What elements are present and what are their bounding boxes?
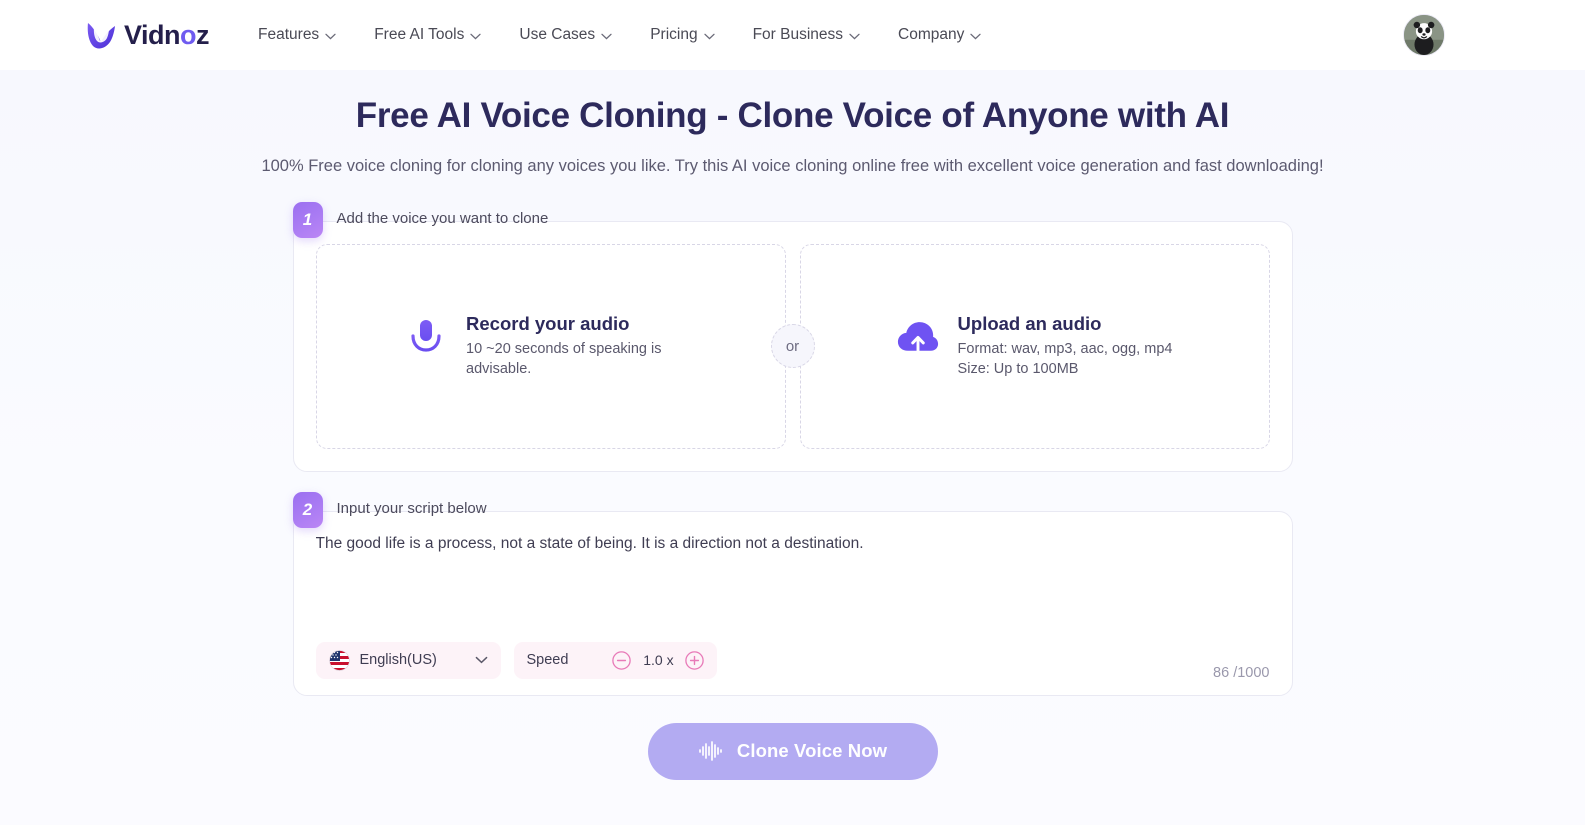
nav-item-company[interactable]: Company bbox=[879, 26, 1000, 44]
page-subtitle: 100% Free voice cloning for cloning any … bbox=[261, 157, 1324, 175]
script-panel: English(US) Speed 1.0 x bbox=[292, 510, 1293, 696]
cta-section: Clone Voice Now bbox=[0, 722, 1585, 780]
nav-label: Free AI Tools bbox=[374, 26, 465, 43]
step-1-badge: 1 bbox=[292, 201, 323, 238]
chevron-down-icon bbox=[703, 33, 715, 39]
page-title: Free AI Voice Cloning - Clone Voice of A… bbox=[355, 96, 1230, 135]
user-avatar-panda bbox=[1404, 15, 1444, 55]
site-header: Vidnoz Features Free AI Tools Use Cases … bbox=[0, 0, 1585, 70]
step-2-badge: 2 bbox=[292, 491, 323, 528]
nav-item-for-business[interactable]: For Business bbox=[734, 26, 879, 44]
or-divider-badge: or bbox=[770, 324, 815, 369]
chevron-down-icon bbox=[970, 33, 982, 39]
language-select[interactable]: English(US) bbox=[315, 641, 501, 679]
upload-audio-size: Size: Up to 100MB bbox=[957, 361, 1079, 378]
chevron-down-icon bbox=[601, 33, 612, 39]
upload-audio-title: Upload an audio bbox=[957, 312, 1102, 334]
minus-circle-icon[interactable] bbox=[612, 650, 632, 670]
step-1-label: Add the voice you want to clone bbox=[336, 210, 549, 228]
record-audio-desc: 10 ~20 seconds of speaking is advisable. bbox=[466, 340, 662, 378]
nav-item-use-cases[interactable]: Use Cases bbox=[500, 26, 631, 44]
nav-label: Pricing bbox=[650, 26, 698, 43]
logo-wordmark: Vidnoz bbox=[124, 19, 210, 50]
plus-circle-icon[interactable] bbox=[685, 650, 705, 670]
nav-label: Company bbox=[898, 26, 965, 43]
nav-item-features[interactable]: Features bbox=[239, 26, 355, 44]
speed-label: Speed bbox=[526, 652, 569, 669]
nav-item-free-ai-tools[interactable]: Free AI Tools bbox=[355, 26, 500, 44]
speed-value: 1.0 x bbox=[643, 652, 674, 669]
audio-waveform-icon bbox=[699, 741, 722, 762]
us-flag-icon bbox=[328, 649, 350, 671]
logo-home-link[interactable]: Vidnoz bbox=[84, 18, 210, 52]
main-navigation: Features Free AI Tools Use Cases Pricing… bbox=[239, 26, 1000, 44]
main-content: Free AI Voice Cloning - Clone Voice of A… bbox=[0, 70, 1585, 825]
language-value: English(US) bbox=[359, 652, 437, 669]
nav-item-pricing[interactable]: Pricing bbox=[631, 26, 733, 44]
record-audio-title: Record your audio bbox=[466, 312, 630, 334]
cloud-upload-icon bbox=[897, 321, 938, 355]
microphone-icon bbox=[411, 319, 441, 358]
chevron-down-icon bbox=[475, 657, 487, 664]
record-audio-card[interactable]: Record your audio 10 ~20 seconds of spea… bbox=[315, 243, 786, 449]
chevron-down-icon bbox=[470, 33, 482, 39]
vidnoz-logo-icon bbox=[84, 18, 118, 52]
clone-voice-now-button[interactable]: Clone Voice Now bbox=[647, 722, 938, 780]
step-1-section: 1 Add the voice you want to clone Record… bbox=[292, 201, 1293, 472]
speed-control: Speed 1.0 x bbox=[513, 641, 718, 679]
chevron-down-icon bbox=[849, 33, 860, 39]
avatar[interactable] bbox=[1403, 14, 1445, 56]
clone-voice-now-label: Clone Voice Now bbox=[736, 740, 888, 762]
script-controls: English(US) Speed 1.0 x 86 /1000 bbox=[315, 641, 1270, 681]
upload-audio-card[interactable]: Upload an audio Format: wav, mp3, aac, o… bbox=[799, 243, 1270, 449]
character-counter: 86 /1000 bbox=[1213, 664, 1270, 681]
voice-source-row: Record your audio 10 ~20 seconds of spea… bbox=[315, 243, 1270, 449]
nav-label: Use Cases bbox=[519, 26, 596, 43]
step-2-section: 2 Input your script below The good life … bbox=[292, 491, 1293, 696]
step-1-header: 1 Add the voice you want to clone bbox=[292, 201, 1293, 238]
nav-label: Features bbox=[258, 26, 320, 43]
chevron-down-icon bbox=[325, 33, 336, 39]
script-input[interactable] bbox=[315, 531, 1270, 632]
step-2-header: 2 Input your script below bbox=[292, 491, 1293, 528]
upload-audio-format: Format: wav, mp3, aac, ogg, mp4 bbox=[957, 340, 1173, 357]
nav-label: For Business bbox=[752, 26, 844, 43]
step-2-label: Input your script below bbox=[336, 500, 487, 518]
voice-source-panel: Record your audio 10 ~20 seconds of spea… bbox=[292, 220, 1293, 472]
